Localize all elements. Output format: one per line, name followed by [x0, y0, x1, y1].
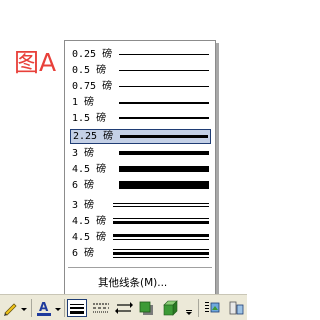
arrow-style-button[interactable]: [114, 299, 134, 317]
toolbar-separator: [198, 299, 199, 317]
menu-item-weight-3[interactable]: 3 磅: [70, 146, 211, 161]
toolbar-separator: [31, 299, 32, 317]
figure-label: 图A: [14, 48, 57, 77]
line-sample: [119, 54, 209, 55]
dash-style-icon: [93, 303, 109, 313]
line-sample: [119, 151, 209, 155]
line-weight-menu: 0.25 磅 0.5 磅 0.75 磅 1 磅 1.5 磅 2.25 磅 3 磅…: [64, 40, 216, 302]
shadow-style-button[interactable]: [137, 299, 157, 317]
menu-item-weight-1[interactable]: 1 磅: [70, 95, 211, 110]
arrow-style-icon: [115, 302, 133, 314]
menu-item-label: 4.5 磅: [72, 216, 107, 227]
menu-item-label: 3 磅: [72, 200, 95, 211]
shadow-icon: [139, 301, 153, 315]
menu-item-weight-4-5[interactable]: 4.5 磅: [70, 162, 211, 177]
line-sample: [119, 102, 209, 104]
menu-item-label: 0.5 磅: [72, 65, 107, 76]
menu-item-weight-0-5[interactable]: 0.5 磅: [70, 63, 211, 78]
menu-item-weight-0-25[interactable]: 0.25 磅: [70, 47, 211, 62]
line-sample: [113, 249, 209, 258]
svg-text:A: A: [39, 300, 49, 314]
menu-item-label: 2.25 磅: [73, 131, 114, 142]
menu-item-weight-2-25[interactable]: 2.25 磅: [70, 129, 211, 144]
more-lines-menu-item[interactable]: 其他线条(M)...: [70, 274, 211, 292]
dash-style-button[interactable]: [91, 299, 111, 317]
drawing-toolbar: A: [0, 294, 247, 320]
menu-item-label: 0.75 磅: [72, 81, 113, 92]
chevron-down-icon: [186, 310, 192, 315]
menu-item-label: 3 磅: [72, 148, 95, 159]
line-sample: [113, 218, 209, 224]
menu-item-weight-6[interactable]: 6 磅: [70, 178, 211, 193]
menu-item-weight-4-5-thin-thick[interactable]: 4.5 磅: [70, 214, 211, 229]
chevron-down-icon: [55, 308, 61, 311]
line-sample: [119, 70, 209, 71]
menu-item-weight-1-5[interactable]: 1.5 磅: [70, 111, 211, 126]
menu-item-label: 1.5 磅: [72, 113, 107, 124]
line-style-button[interactable]: [67, 299, 87, 317]
line-sample: [119, 166, 209, 172]
toolbar-separator: [64, 299, 65, 317]
more-tools-icon: [229, 301, 244, 315]
3d-icon: [163, 300, 178, 316]
menu-item-label: 0.25 磅: [72, 49, 113, 60]
menu-item-label: 6 磅: [72, 180, 95, 191]
font-color-dropdown[interactable]: [55, 299, 61, 317]
line-style-icon: [70, 304, 84, 314]
chevron-down-icon: [21, 308, 27, 311]
menu-item-weight-6-triple[interactable]: 6 磅: [70, 246, 211, 261]
line-sample: [119, 86, 209, 87]
menu-item-weight-4-5-thick-thin[interactable]: 4.5 磅: [70, 230, 211, 245]
menu-item-label: 4.5 磅: [72, 232, 107, 243]
line-color-button[interactable]: [2, 299, 20, 317]
menu-separator: [68, 267, 212, 268]
font-color-button[interactable]: A: [35, 299, 53, 317]
line-color-dropdown[interactable]: [21, 299, 27, 317]
menu-item-label: 1 磅: [72, 97, 95, 108]
text-wrap-button[interactable]: [203, 299, 223, 317]
menu-item-weight-0-75[interactable]: 0.75 磅: [70, 79, 211, 94]
line-sample: [120, 135, 208, 138]
line-sample: [119, 181, 209, 189]
more-tools-button[interactable]: [227, 299, 245, 317]
line-sample: [113, 234, 209, 240]
3d-style-button[interactable]: [160, 299, 180, 317]
menu-item-label: 4.5 磅: [72, 164, 107, 175]
text-wrap-icon: [205, 302, 220, 313]
font-color-a-icon: A: [37, 300, 51, 316]
toolbar-options-button[interactable]: [184, 299, 194, 317]
line-sample: [119, 117, 209, 119]
menu-item-weight-3-double[interactable]: 3 磅: [70, 198, 211, 213]
pencil-icon: [4, 303, 17, 316]
line-sample: [113, 203, 209, 207]
menu-item-label: 6 磅: [72, 248, 95, 259]
